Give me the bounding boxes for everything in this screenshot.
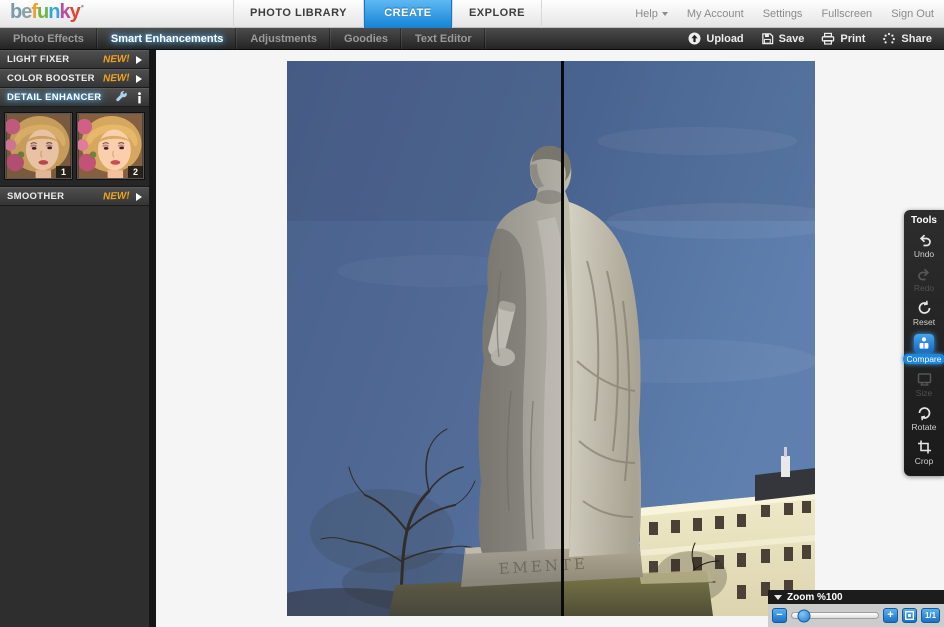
compare-button[interactable]: Compare xyxy=(902,330,944,367)
rotate-icon xyxy=(918,407,930,421)
save-icon xyxy=(761,33,773,45)
undo-icon xyxy=(919,234,931,247)
share-button[interactable]: Share xyxy=(882,32,932,45)
collapse-icon xyxy=(774,594,782,600)
statue-photo: EMENTE xyxy=(287,61,815,616)
settings-link[interactable]: Settings xyxy=(763,8,803,20)
top-bar: befunky• PHOTO LIBRARY CREATE EXPLORE He… xyxy=(0,0,944,28)
fit-screen-icon xyxy=(905,611,914,620)
undo-button[interactable]: Undo xyxy=(904,228,944,262)
new-badge: NEW! xyxy=(103,190,131,203)
size-icon xyxy=(917,373,931,386)
crop-button[interactable]: Crop xyxy=(904,435,944,469)
zoom-level-label: Zoom %100 xyxy=(787,591,843,603)
print-icon xyxy=(822,32,835,45)
tools-panel: Tools Undo Redo Reset Compare Size Rotat… xyxy=(902,210,944,476)
tab-adjustments[interactable]: Adjustments xyxy=(237,28,332,49)
chevron-right-icon xyxy=(136,55,142,64)
befunky-logo[interactable]: befunky• xyxy=(10,1,84,24)
zoom-panel-header[interactable]: Zoom %100 xyxy=(768,590,944,604)
compare-split-handle[interactable] xyxy=(561,61,564,616)
upload-icon xyxy=(688,32,701,45)
sidebar-item-color-booster[interactable]: COLOR BOOSTER NEW! xyxy=(0,69,149,88)
sidebar-item-detail-enhancer[interactable]: DETAIL ENHANCER xyxy=(0,88,149,107)
compare-icon xyxy=(914,334,934,353)
zoom-slider-handle[interactable] xyxy=(797,609,811,622)
print-button[interactable]: Print xyxy=(821,32,865,45)
zoom-slider-track[interactable] xyxy=(791,609,879,622)
upload-button[interactable]: Upload xyxy=(688,32,744,45)
share-icon xyxy=(883,32,896,44)
chevron-right-icon xyxy=(136,192,142,201)
new-badge: NEW! xyxy=(103,53,131,66)
chevron-down-icon xyxy=(661,12,668,16)
info-icon[interactable] xyxy=(137,91,142,104)
help-menu[interactable]: Help xyxy=(635,8,668,20)
wrench-settings-icon[interactable] xyxy=(115,91,128,104)
reset-icon xyxy=(918,300,930,314)
new-badge: NEW! xyxy=(103,72,131,85)
tab-goodies[interactable]: Goodies xyxy=(331,28,403,49)
tab-text-editor[interactable]: Text Editor xyxy=(402,28,486,49)
preset-number: 2 xyxy=(127,166,143,178)
tab-explore[interactable]: EXPLORE xyxy=(451,0,543,28)
chevron-right-icon xyxy=(136,74,142,83)
tab-smart-enhancements[interactable]: Smart Enhancements xyxy=(98,28,238,49)
befunky-editor-window: befunky• PHOTO LIBRARY CREATE EXPLORE He… xyxy=(0,0,944,627)
sidebar-item-light-fixer[interactable]: LIGHT FIXER NEW! xyxy=(0,50,149,69)
fit-to-screen-button[interactable] xyxy=(902,608,917,623)
detail-enhancer-presets: 1 2 xyxy=(0,107,149,187)
actual-size-button[interactable]: 1/1 xyxy=(921,608,940,623)
preset-number: 1 xyxy=(55,166,71,178)
zoom-in-button[interactable]: + xyxy=(883,608,898,623)
sign-out-link[interactable]: Sign Out xyxy=(891,8,934,20)
main-nav-tabs: PHOTO LIBRARY CREATE EXPLORE xyxy=(233,0,543,28)
my-account-link[interactable]: My Account xyxy=(687,8,744,20)
save-button[interactable]: Save xyxy=(761,32,804,45)
editor-toolbar: Photo Effects Smart Enhancements Adjustm… xyxy=(0,28,944,50)
app-logo-letters: befunky xyxy=(10,1,81,23)
tab-create[interactable]: CREATE xyxy=(363,0,452,28)
photo-canvas[interactable]: EMENTE xyxy=(287,61,815,616)
zoom-panel: Zoom %100 − + 1/1 xyxy=(768,590,944,627)
zoom-out-button[interactable]: − xyxy=(772,608,787,623)
reset-button[interactable]: Reset xyxy=(904,296,944,330)
zoom-controls: − + 1/1 xyxy=(768,604,944,627)
preset-thumbnail-2[interactable]: 2 xyxy=(76,112,145,180)
crop-icon xyxy=(917,440,931,454)
redo-button: Redo xyxy=(904,262,944,296)
tools-panel-title: Tools xyxy=(911,215,937,226)
tab-photo-library[interactable]: PHOTO LIBRARY xyxy=(233,0,364,28)
preset-thumbnail-1[interactable]: 1 xyxy=(4,112,73,180)
account-links: Help My Account Settings Fullscreen Sign… xyxy=(635,0,934,28)
sidebar-item-smoother[interactable]: SMOOTHER NEW! xyxy=(0,187,149,206)
size-button: Size xyxy=(904,367,944,401)
file-actions: Upload Save Print Share xyxy=(688,28,944,49)
fullscreen-link[interactable]: Fullscreen xyxy=(821,8,872,20)
redo-icon xyxy=(917,268,929,281)
tab-photo-effects[interactable]: Photo Effects xyxy=(0,28,98,49)
logo-dot: • xyxy=(80,1,84,11)
enhancements-sidebar: LIGHT FIXER NEW! COLOR BOOSTER NEW! DETA… xyxy=(0,50,156,627)
rotate-button[interactable]: Rotate xyxy=(904,401,944,435)
